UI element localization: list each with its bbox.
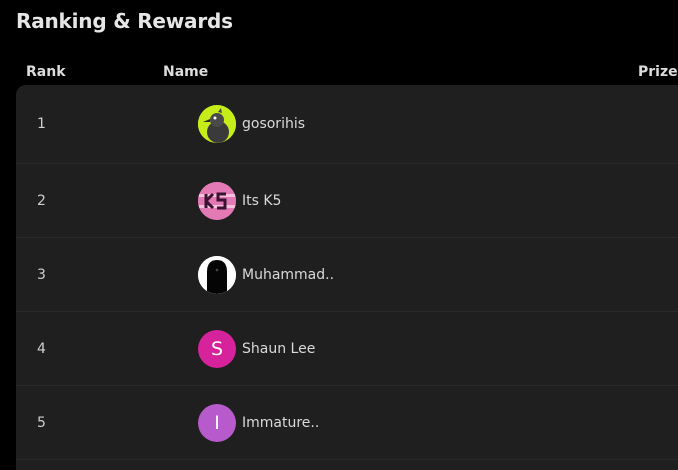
user-name[interactable]: Its K5 (242, 193, 281, 209)
table-row[interactable]: 4 S Shaun Lee (16, 312, 678, 386)
page-title: Ranking & Rewards (16, 9, 233, 33)
table-row[interactable]: 1 gosorihis (16, 85, 678, 164)
column-header-rank: Rank (26, 64, 66, 80)
column-header-prize: Prize (638, 64, 678, 80)
rank-number: 2 (37, 192, 46, 209)
user-name[interactable]: gosorihis (242, 116, 305, 132)
table-row[interactable]: 5 I Immature.. (16, 386, 678, 460)
k5-logo-avatar-icon[interactable] (198, 181, 236, 220)
rank-number: 3 (37, 266, 46, 283)
table-row[interactable]: 3 Muhammad.. (16, 238, 678, 312)
initial-avatar[interactable]: I (198, 403, 236, 442)
table-row[interactable]: 2 Its K5 (16, 164, 678, 238)
rank-number: 1 (37, 116, 46, 132)
crow-avatar-icon[interactable] (198, 105, 236, 143)
ranking-page: Ranking & Rewards Rank Name Prize 1 goso… (0, 0, 678, 470)
user-name[interactable]: Immature.. (242, 415, 319, 431)
user-name[interactable]: Shaun Lee (242, 341, 315, 357)
user-name[interactable]: Muhammad.. (242, 267, 334, 283)
ranking-table: 1 gosorihis 2 Its K5 3 Muhammad.. 4 S Sh… (16, 85, 678, 470)
column-header-name: Name (163, 64, 209, 80)
rank-number: 5 (37, 414, 46, 431)
rank-number: 4 (37, 340, 46, 357)
person-photo-avatar-icon[interactable] (198, 255, 236, 294)
initial-avatar[interactable]: S (198, 329, 236, 368)
